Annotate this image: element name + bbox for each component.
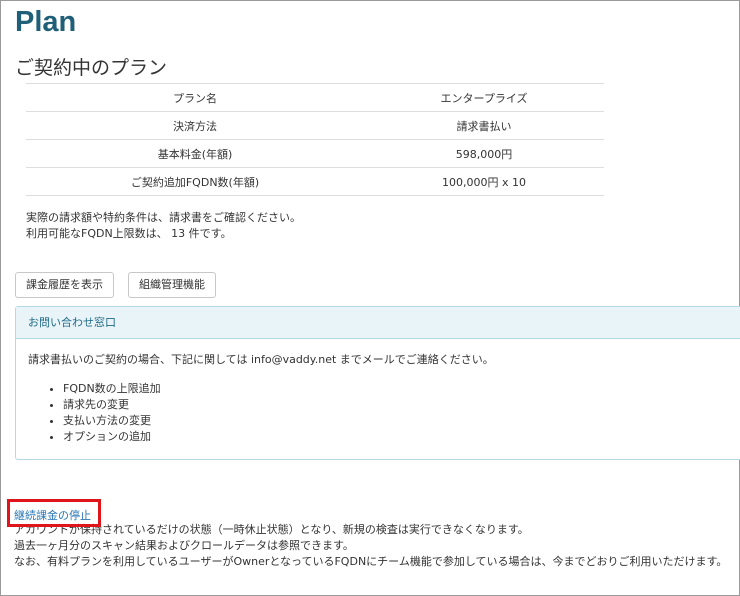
plan-table: プラン名 エンタープライズ 決済方法 請求書払い 基本料金(年額) 598,00… (26, 83, 604, 196)
contact-panel: お問い合わせ窓口 請求書払いのご契約の場合、下記に関しては info@vaddy… (15, 306, 740, 460)
list-item: 支払い方法の変更 (63, 413, 161, 429)
table-row: 基本料金(年額) 598,000円 (26, 139, 604, 168)
page-title: Plan (15, 6, 77, 38)
stop-description-line: 過去一ヶ月分のスキャン結果およびクロールデータは参照できます。 (14, 539, 354, 552)
table-row: ご契約追加FQDN数(年額) 100,000円 x 10 (26, 167, 604, 196)
payment-method-value: 請求書払い (364, 111, 604, 140)
stop-billing-description: アカウントが保持されているだけの状態（一時休止状態）となり、新規の検査は実行でき… (14, 522, 727, 570)
fqdn-limit-note: 利用可能なFQDN上限数は、 13 件です。 (26, 227, 232, 240)
additional-fqdn-label: ご契約追加FQDN数(年額) (26, 167, 364, 196)
billing-history-button[interactable]: 課金履歴を表示 (15, 272, 114, 298)
org-management-button[interactable]: 組織管理機能 (128, 272, 216, 298)
additional-fqdn-value: 100,000円 x 10 (364, 167, 604, 196)
list-item: オプションの追加 (63, 429, 161, 445)
list-item: FQDN数の上限追加 (63, 381, 161, 397)
billing-note: 実際の請求額や特約条件は、請求書をご確認ください。 (26, 211, 301, 224)
plan-name-value: エンタープライズ (364, 83, 604, 112)
highlight-box (7, 499, 101, 527)
base-fee-value: 598,000円 (364, 139, 604, 168)
base-fee-label: 基本料金(年額) (26, 139, 364, 168)
stop-description-line: なお、有料プランを利用しているユーザーがOwnerとなっているFQDNにチーム機… (14, 555, 728, 568)
contact-items-list: FQDN数の上限追加 請求先の変更 支払い方法の変更 オプションの追加 (49, 381, 161, 445)
billing-notes: 実際の請求額や特約条件は、請求書をご確認ください。 利用可能なFQDN上限数は、… (26, 210, 301, 242)
plan-name-label: プラン名 (26, 83, 364, 112)
plan-page: Plan ご契約中のプラン プラン名 エンタープライズ 決済方法 請求書払い 基… (1, 1, 740, 595)
contact-panel-heading: お問い合わせ窓口 (16, 307, 740, 339)
table-row: プラン名 エンタープライズ (26, 83, 604, 112)
payment-method-label: 決済方法 (26, 111, 364, 140)
contact-intro: 請求書払いのご契約の場合、下記に関しては info@vaddy.net までメー… (28, 353, 494, 366)
current-plan-heading: ご契約中のプラン (15, 57, 168, 79)
stop-description-line: アカウントが保持されているだけの状態（一時休止状態）となり、新規の検査は実行でき… (14, 523, 529, 536)
list-item: 請求先の変更 (63, 397, 161, 413)
table-row: 決済方法 請求書払い (26, 111, 604, 140)
